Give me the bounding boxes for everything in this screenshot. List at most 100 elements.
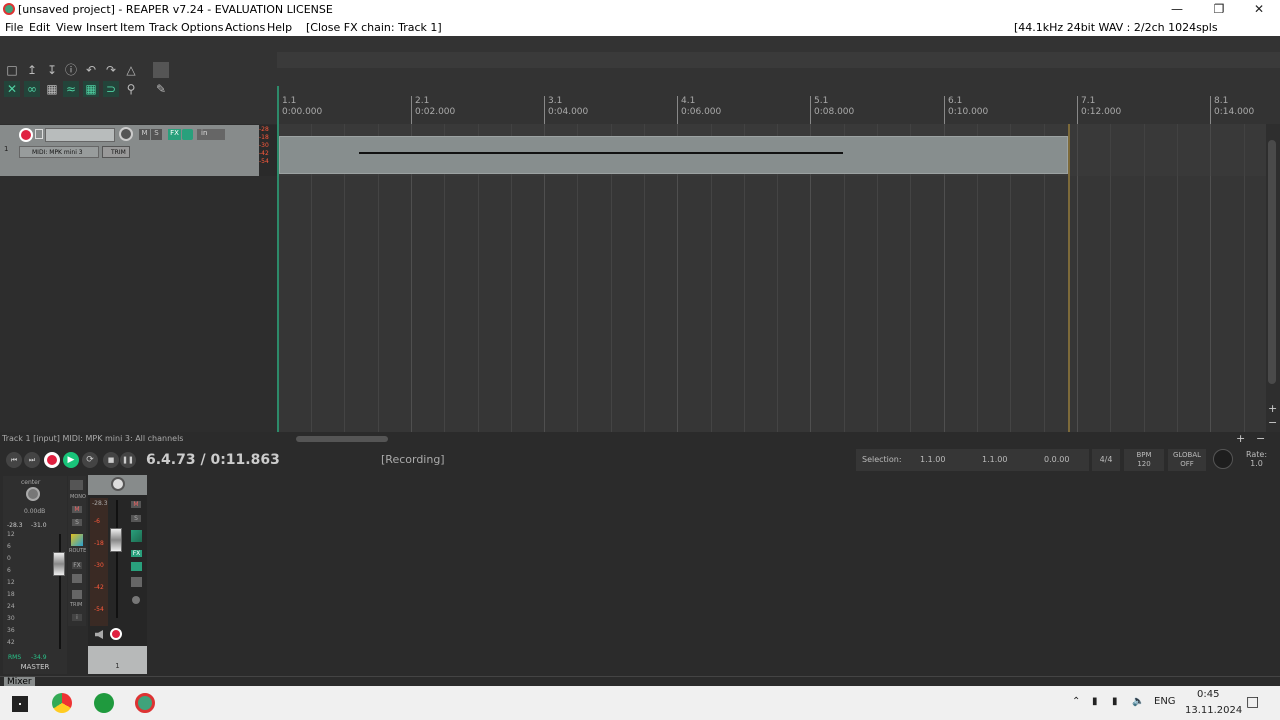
- undo-icon[interactable]: ↶: [83, 62, 99, 78]
- track1-record-arm-button[interactable]: [110, 628, 122, 640]
- lock-icon[interactable]: ⚲: [123, 81, 139, 97]
- menu-actions[interactable]: Actions: [225, 21, 265, 34]
- selection-display[interactable]: Selection: 1.1.00 1.1.00 0.0.00: [856, 449, 1089, 471]
- menu-file[interactable]: File: [5, 21, 23, 34]
- menu-view[interactable]: View: [56, 21, 82, 34]
- pencil-icon[interactable]: ✎: [153, 81, 169, 97]
- ripple-edit-icon[interactable]: ✕: [4, 81, 20, 97]
- go-to-end-button[interactable]: ⏭: [24, 452, 40, 468]
- record-button[interactable]: [44, 452, 60, 468]
- track1-solo-button[interactable]: S: [131, 515, 141, 522]
- close-button[interactable]: ✕: [1244, 2, 1274, 18]
- tray-chevron-icon[interactable]: ⌃: [1072, 696, 1080, 707]
- master-info-button[interactable]: i: [72, 614, 82, 621]
- go-to-start-button[interactable]: ⏮: [6, 452, 22, 468]
- track-panel[interactable]: 1 M S FX in MIDI: MPK mini 3 TRIM: [0, 125, 259, 176]
- master-io-icon[interactable]: [70, 480, 83, 490]
- fx-button[interactable]: FX: [168, 129, 181, 140]
- track-input-select[interactable]: MIDI: MPK mini 3: [19, 146, 99, 158]
- track1-pan-knob[interactable]: [111, 477, 125, 491]
- menu-options[interactable]: Options: [181, 21, 223, 34]
- solo-button[interactable]: S: [151, 129, 162, 140]
- minimize-button[interactable]: —: [1162, 2, 1192, 18]
- master-channel[interactable]: center 0.00dB -28.3 -31.0 12 6 0 6 12 18…: [3, 476, 67, 674]
- vertical-scroll-thumb[interactable]: [1268, 140, 1276, 384]
- grouping-icon[interactable]: ▦: [44, 81, 60, 97]
- time-display[interactable]: 6.4.73 / 0:11.863: [146, 452, 280, 468]
- notifications-icon[interactable]: □: [1246, 694, 1259, 710]
- h-zoom-in-icon[interactable]: +: [1236, 432, 1245, 445]
- time-signature[interactable]: 4/4: [1092, 449, 1120, 471]
- menu-insert[interactable]: Insert: [86, 21, 118, 34]
- edit-cursor[interactable]: [1068, 124, 1070, 432]
- pause-button[interactable]: ❚❚: [120, 452, 136, 468]
- snap-icon[interactable]: ⊃: [103, 81, 119, 97]
- master-route-button[interactable]: ROUTE: [69, 548, 86, 554]
- track1-fx-button[interactable]: FX: [131, 550, 142, 557]
- start-marker[interactable]: [277, 86, 279, 432]
- global-timebase-button[interactable]: GLOBAL OFF: [1168, 449, 1206, 471]
- midi-item[interactable]: [279, 136, 1068, 174]
- project-settings-icon[interactable]: ⓘ: [63, 62, 79, 78]
- language-indicator[interactable]: ENG: [1154, 696, 1176, 707]
- fx-bypass-icon[interactable]: [182, 129, 193, 140]
- track1-fader[interactable]: [110, 528, 122, 552]
- track1-automation-icon[interactable]: [131, 577, 142, 587]
- menu-edit[interactable]: Edit: [29, 21, 50, 34]
- zoom-in-icon[interactable]: +: [1268, 402, 1277, 415]
- windows-start-icon[interactable]: [12, 696, 28, 712]
- h-zoom-out-icon[interactable]: −: [1256, 432, 1265, 445]
- new-project-icon[interactable]: □: [4, 62, 20, 78]
- master-route-icon[interactable]: [71, 534, 83, 546]
- mute-button[interactable]: M: [139, 129, 150, 140]
- battery-icon[interactable]: ▮: [1092, 696, 1098, 707]
- metronome-icon[interactable]: △: [123, 62, 139, 78]
- zoom-out-icon[interactable]: −: [1268, 416, 1277, 429]
- region-lane[interactable]: [277, 52, 1280, 68]
- menu-track[interactable]: Track: [149, 21, 178, 34]
- clock-time[interactable]: 0:45: [1197, 689, 1219, 700]
- midi-note[interactable]: [359, 152, 843, 154]
- restore-button[interactable]: ❐: [1204, 2, 1234, 18]
- record-arm-button[interactable]: [19, 128, 33, 142]
- network-icon[interactable]: ▮: [1112, 696, 1118, 707]
- master-fx-button[interactable]: FX: [72, 562, 82, 569]
- snap-grid-icon[interactable]: ▦: [83, 81, 99, 97]
- playrate-knob[interactable]: [1213, 449, 1233, 469]
- track1-route-icon[interactable]: [131, 530, 142, 542]
- utorrent-icon[interactable]: [94, 693, 114, 713]
- envelope-icon[interactable]: ≈: [63, 81, 79, 97]
- track1-name-area[interactable]: 1: [88, 646, 147, 674]
- master-solo-button[interactable]: S: [72, 519, 82, 526]
- volume-knob[interactable]: [119, 127, 133, 141]
- master-mono-button[interactable]: MONO: [70, 494, 86, 500]
- menu-item[interactable]: Item: [120, 21, 145, 34]
- master-automation-icon[interactable]: [72, 590, 82, 599]
- track1-phase-icon[interactable]: [132, 596, 140, 604]
- master-trim-button[interactable]: TRIM: [70, 602, 82, 608]
- open-project-icon[interactable]: ↥: [24, 62, 40, 78]
- automation-trim-button[interactable]: TRIM: [102, 146, 130, 158]
- track-name-field[interactable]: [45, 128, 115, 142]
- grid-toggle-icon[interactable]: [153, 62, 169, 78]
- menu-help[interactable]: Help: [267, 21, 292, 34]
- play-button[interactable]: ▶: [63, 452, 79, 468]
- chrome-icon[interactable]: [52, 693, 72, 713]
- save-project-icon[interactable]: ↧: [44, 62, 60, 78]
- bpm-display[interactable]: BPM 120: [1124, 449, 1164, 471]
- close-fx-chain-link[interactable]: [Close FX chain: Track 1]: [306, 21, 442, 34]
- horizontal-scroll-thumb[interactable]: [296, 436, 388, 442]
- stop-button[interactable]: ■: [103, 452, 119, 468]
- playrate-display[interactable]: Rate: 1.0: [1246, 450, 1267, 468]
- master-fx-bypass-icon[interactable]: [72, 574, 82, 583]
- clock-date[interactable]: 13.11.2024: [1185, 705, 1242, 716]
- master-pan-knob[interactable]: [26, 487, 40, 501]
- track1-fx-bypass-icon[interactable]: [131, 562, 142, 571]
- master-fader[interactable]: [53, 552, 65, 576]
- link-icon[interactable]: ∞: [24, 81, 40, 97]
- track1-mute-button[interactable]: M: [131, 501, 141, 508]
- volume-icon[interactable]: 🔈: [1132, 696, 1144, 707]
- repeat-button[interactable]: ⟳: [82, 452, 98, 468]
- monitor-icon[interactable]: [35, 129, 43, 139]
- reaper-taskbar-icon[interactable]: [135, 693, 155, 713]
